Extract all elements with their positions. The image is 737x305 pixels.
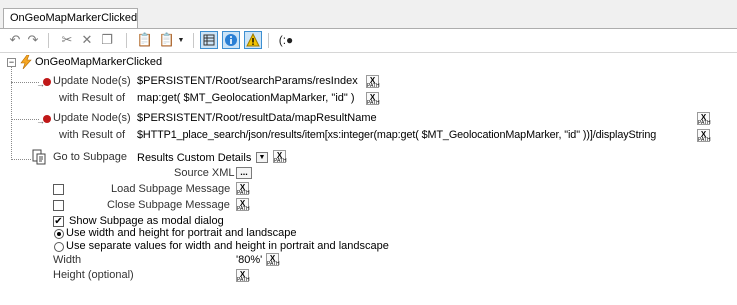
action2-target[interactable]: $PERSISTENT/Root/resultData/mapResultNam… xyxy=(137,112,377,124)
event-title: OnGeoMapMarkerClicked xyxy=(35,56,163,68)
design-canvas: − OnGeoMapMarkerClicked → Update Node(s)… xyxy=(0,52,737,305)
close-message-xpath-button[interactable]: X PATH xyxy=(236,198,250,212)
copy-icon[interactable]: ❐ xyxy=(98,31,116,49)
toolbar-separator xyxy=(126,33,127,48)
load-message-checkbox[interactable] xyxy=(53,184,64,195)
tree-line xyxy=(11,159,31,160)
warning-icon[interactable] xyxy=(244,31,262,49)
chevron-down-icon[interactable]: ▼ xyxy=(256,152,268,163)
lightning-icon xyxy=(20,54,34,70)
modal-dialog-label: Show Subpage as modal dialog xyxy=(69,215,224,227)
action1-result[interactable]: map:get( $MT_GeolocationMapMarker, "id" … xyxy=(137,92,355,104)
info-icon[interactable] xyxy=(222,31,240,49)
cut-icon[interactable]: ✂ xyxy=(58,31,76,49)
action2-result[interactable]: $HTTP1_place_search/json/results/item[xs… xyxy=(137,129,656,141)
paste-icon[interactable]: 📋 xyxy=(158,31,176,49)
load-message-xpath-button[interactable]: X PATH xyxy=(236,182,250,196)
width-xpath-button[interactable]: X PATH xyxy=(266,253,280,267)
action1-result-xpath-button[interactable]: X PATH xyxy=(366,92,380,106)
action-bullet-icon xyxy=(43,115,51,123)
radio-separate-size-label: Use separate values for width and height… xyxy=(66,240,389,252)
subpage-xpath-button[interactable]: X PATH xyxy=(273,150,287,164)
close-message-label: Close Subpage Message xyxy=(107,199,230,211)
toolbar-separator xyxy=(193,33,194,48)
toolbar-separator xyxy=(268,33,269,48)
xpath-tool-icon[interactable]: (:● xyxy=(275,31,297,49)
tree-line xyxy=(11,82,39,83)
width-value[interactable]: '80%' xyxy=(236,254,262,266)
radio-same-size-label: Use width and height for portrait and la… xyxy=(66,227,297,239)
action2-result-label: with Result of xyxy=(59,129,126,141)
tab-bar: OnGeoMapMarkerClicked xyxy=(0,0,737,28)
subpage-icon xyxy=(31,149,47,165)
source-xml-button[interactable]: ... xyxy=(236,167,252,179)
close-message-checkbox[interactable] xyxy=(53,200,64,211)
radio-separate-size[interactable] xyxy=(54,242,64,252)
action1-target-xpath-button[interactable]: X PATH xyxy=(366,75,380,89)
tree-line xyxy=(11,119,39,120)
paste-icon[interactable]: 📋 xyxy=(136,31,154,49)
action2-target-xpath-button[interactable]: X PATH xyxy=(697,112,711,126)
toolbar: ↶ ↷ ✂ ✕ ❐ 📋 📋 ▼ (:● xyxy=(0,28,737,52)
action3-title[interactable]: Go to Subpage xyxy=(53,151,127,163)
modal-dialog-checkbox[interactable]: ✔ xyxy=(53,216,64,227)
redo-icon[interactable]: ↷ xyxy=(24,31,42,49)
action2-title[interactable]: Update Node(s) xyxy=(53,112,131,124)
toolbar-separator xyxy=(48,33,49,48)
action-bullet-icon xyxy=(43,78,51,86)
source-xml-label: Source XML xyxy=(174,167,235,179)
load-message-label: Load Subpage Message xyxy=(111,183,231,195)
delete-icon[interactable]: ✕ xyxy=(78,31,96,49)
action2-result-xpath-button[interactable]: X PATH xyxy=(697,129,711,143)
collapse-icon[interactable]: − xyxy=(7,58,16,67)
action1-result-label: with Result of xyxy=(59,92,126,104)
paste-menu-icon[interactable]: ▼ xyxy=(176,31,186,49)
width-label: Width xyxy=(53,254,82,266)
tree-line xyxy=(11,67,12,160)
action1-title[interactable]: Update Node(s) xyxy=(53,75,131,87)
action1-target[interactable]: $PERSISTENT/Root/searchParams/resIndex xyxy=(137,75,358,87)
height-xpath-button[interactable]: X PATH xyxy=(236,269,250,283)
radio-same-size[interactable] xyxy=(54,229,64,239)
grid-icon[interactable] xyxy=(200,31,218,49)
undo-icon[interactable]: ↶ xyxy=(6,31,24,49)
height-label: Height (optional) xyxy=(53,269,134,281)
tab-ongeomapmarkerclicked[interactable]: OnGeoMapMarkerClicked xyxy=(3,8,138,28)
subpage-select[interactable]: Results Custom Details xyxy=(137,152,251,164)
